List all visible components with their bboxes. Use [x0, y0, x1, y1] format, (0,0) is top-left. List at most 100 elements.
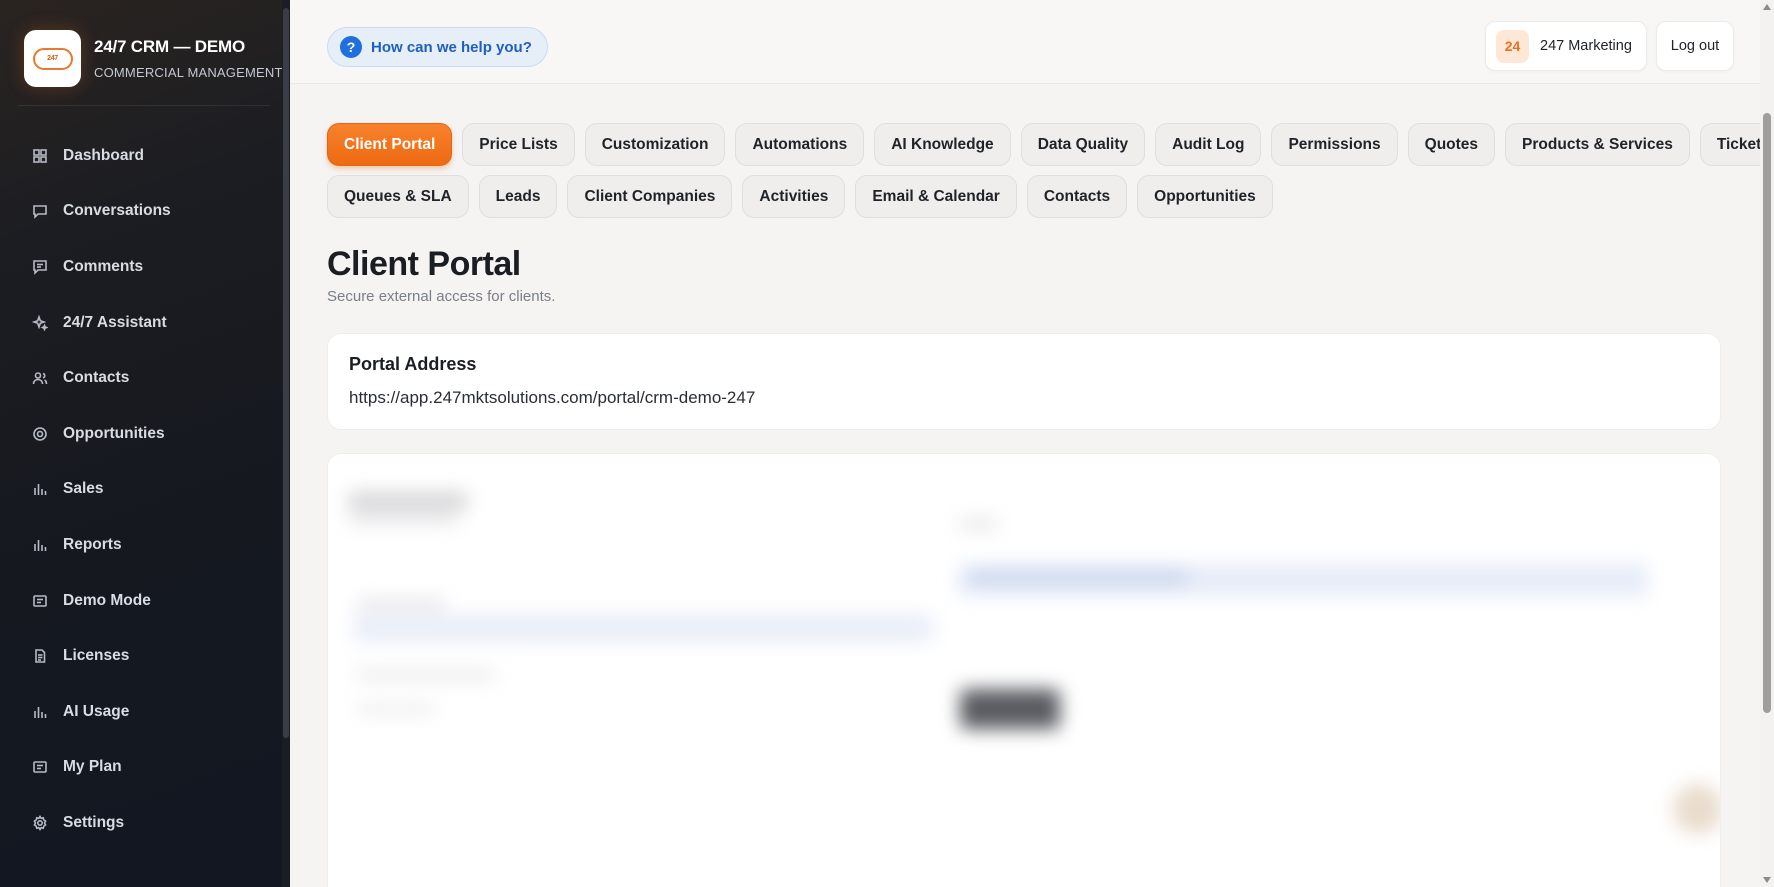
blurred-value — [968, 569, 1188, 585]
brand-text: 24/7 CRM — DEMO COMMERCIAL MANAGEMENT — [94, 37, 283, 80]
chat-bubble-icon — [31, 202, 49, 220]
account-button[interactable]: 24 247 Marketing — [1485, 21, 1647, 71]
tab-permissions[interactable]: Permissions — [1271, 123, 1398, 166]
sidebar-item-label: Demo Mode — [63, 591, 151, 609]
tab-queues-and-sla[interactable]: Queues & SLA — [327, 175, 469, 218]
blurred-text — [348, 514, 458, 524]
brand-title: 24/7 CRM — DEMO — [94, 37, 245, 56]
tab-data-quality[interactable]: Data Quality — [1020, 123, 1146, 166]
main-content: Client Portal Price Lists Customization Aut… — [290, 85, 1760, 887]
account-name: 247 Marketing — [1540, 38, 1632, 54]
blurred-text — [356, 704, 436, 714]
sidebar-item-opportunities[interactable]: Opportunities — [0, 406, 282, 462]
sidebar-item-label: 24/7 Assistant — [63, 313, 167, 331]
grid-icon — [31, 147, 49, 165]
portal-address-card: Portal Address https://app.247mktsolutio… — [327, 333, 1721, 430]
portal-address-title: Portal Address — [349, 354, 477, 374]
brand-divider — [18, 105, 270, 106]
tab-products-and-services[interactable]: Products & Services — [1505, 123, 1690, 166]
page-subtitle: Secure external access for clients. — [327, 288, 556, 305]
bar-chart-icon — [31, 536, 49, 554]
tab-tickets[interactable]: Tickets — [1699, 123, 1760, 166]
portal-address-url[interactable]: https://app.247mktsolutions.com/portal/c… — [349, 388, 1699, 408]
tab-client-portal[interactable]: Client Portal — [327, 123, 453, 166]
tab-email-and-calendar[interactable]: Email & Calendar — [855, 175, 1017, 218]
sidebar-item-label: Dashboard — [63, 146, 144, 164]
comment-icon — [31, 258, 49, 276]
tab-automations[interactable]: Automations — [735, 123, 865, 166]
users-icon — [31, 369, 49, 387]
tab-quotes[interactable]: Quotes — [1407, 123, 1496, 166]
brand-subtitle: COMMERCIAL MANAGEMENT — [94, 65, 283, 80]
blurred-button — [960, 689, 1060, 729]
blurred-settings-card — [327, 453, 1721, 887]
sidebar-item-label: Reports — [63, 535, 122, 553]
brand: 247 24/7 CRM — DEMO COMMERCIAL MANAGEMEN… — [24, 30, 283, 87]
sidebar: 247 24/7 CRM — DEMO COMMERCIAL MANAGEMEN… — [0, 0, 290, 887]
topbar: ? How can we help you? 24 247 Marketing … — [290, 0, 1774, 84]
tab-customization[interactable]: Customization — [584, 123, 726, 166]
tab-activities[interactable]: Activities — [742, 175, 846, 218]
sidebar-scrollbar-thumb[interactable] — [283, 8, 289, 738]
tabs-row-1: Client Portal Price Lists Customization Aut… — [327, 123, 1760, 166]
sidebar-scrollbar[interactable] — [282, 0, 290, 887]
sidebar-item-label: Settings — [63, 813, 125, 831]
blurred-content — [328, 454, 1720, 887]
sidebar-item-label: My Plan — [63, 758, 122, 776]
sidebar-item-sales[interactable]: Sales — [0, 462, 282, 518]
sidebar-item-label: Opportunities — [63, 424, 165, 442]
target-icon — [31, 425, 49, 443]
logo-text: 247 — [47, 55, 58, 62]
document-icon — [31, 647, 49, 665]
sidebar-item-label: Comments — [63, 257, 144, 275]
sidebar-item-comments[interactable]: Comments — [0, 239, 282, 295]
page-scrollbar-thumb[interactable] — [1763, 113, 1771, 713]
bar-chart-icon — [31, 480, 49, 498]
sidebar-nav: Dashboard Conversations Comments 24/7 Assis… — [0, 128, 282, 851]
sidebar-item-demo-mode[interactable]: Demo Mode — [0, 573, 282, 629]
tab-contacts[interactable]: Contacts — [1026, 175, 1128, 218]
page-title: Client Portal — [327, 245, 521, 283]
help-button[interactable]: ? How can we help you? — [327, 27, 548, 67]
help-icon: ? — [340, 36, 362, 58]
tab-leads[interactable]: Leads — [478, 175, 558, 218]
scroll-down-arrow-icon[interactable] — [1763, 877, 1771, 883]
page-scrollbar[interactable] — [1760, 0, 1774, 887]
blurred-avatar — [1673, 784, 1720, 834]
sidebar-item-my-plan[interactable]: My Plan — [0, 740, 282, 796]
sidebar-item-label: Licenses — [63, 647, 130, 665]
blurred-label — [356, 599, 446, 609]
tab-price-lists[interactable]: Price Lists — [462, 123, 575, 166]
sidebar-item-settings[interactable]: Settings — [0, 795, 282, 851]
help-label: How can we help you? — [371, 38, 532, 56]
sidebar-item-reports[interactable]: Reports — [0, 517, 282, 573]
sidebar-item-label: Contacts — [63, 369, 130, 387]
tab-client-companies[interactable]: Client Companies — [567, 175, 733, 218]
sidebar-item-licenses[interactable]: Licenses — [0, 628, 282, 684]
brand-logo[interactable]: 247 — [24, 30, 81, 87]
blurred-input — [353, 614, 933, 642]
sidebar-item-24-7-assistant[interactable]: 24/7 Assistant — [0, 295, 282, 351]
account-badge: 24 — [1496, 29, 1529, 63]
tab-opportunities[interactable]: Opportunities — [1137, 175, 1273, 218]
sidebar-item-conversations[interactable]: Conversations — [0, 184, 282, 240]
card-icon — [31, 592, 49, 610]
scroll-up-arrow-icon[interactable] — [1763, 4, 1771, 10]
sidebar-item-dashboard[interactable]: Dashboard — [0, 128, 282, 184]
tab-ai-knowledge[interactable]: AI Knowledge — [874, 123, 1011, 166]
blurred-label — [958, 519, 998, 529]
gear-icon — [31, 814, 49, 832]
sparkle-icon — [31, 314, 49, 332]
blurred-text — [356, 669, 496, 681]
sidebar-item-contacts[interactable]: Contacts — [0, 350, 282, 406]
card-icon — [31, 758, 49, 776]
bar-chart-icon — [31, 703, 49, 721]
sidebar-item-ai-usage[interactable]: AI Usage — [0, 684, 282, 740]
sidebar-item-label: AI Usage — [63, 702, 130, 720]
tab-audit-log[interactable]: Audit Log — [1155, 123, 1262, 166]
blurred-heading — [348, 492, 468, 510]
logo-mark: 247 — [32, 47, 73, 70]
sidebar-item-label: Sales — [63, 480, 104, 498]
tabs-row-2: Queues & SLA Leads Client Companies Activit… — [327, 175, 1283, 218]
logout-button[interactable]: Log out — [1656, 21, 1734, 71]
